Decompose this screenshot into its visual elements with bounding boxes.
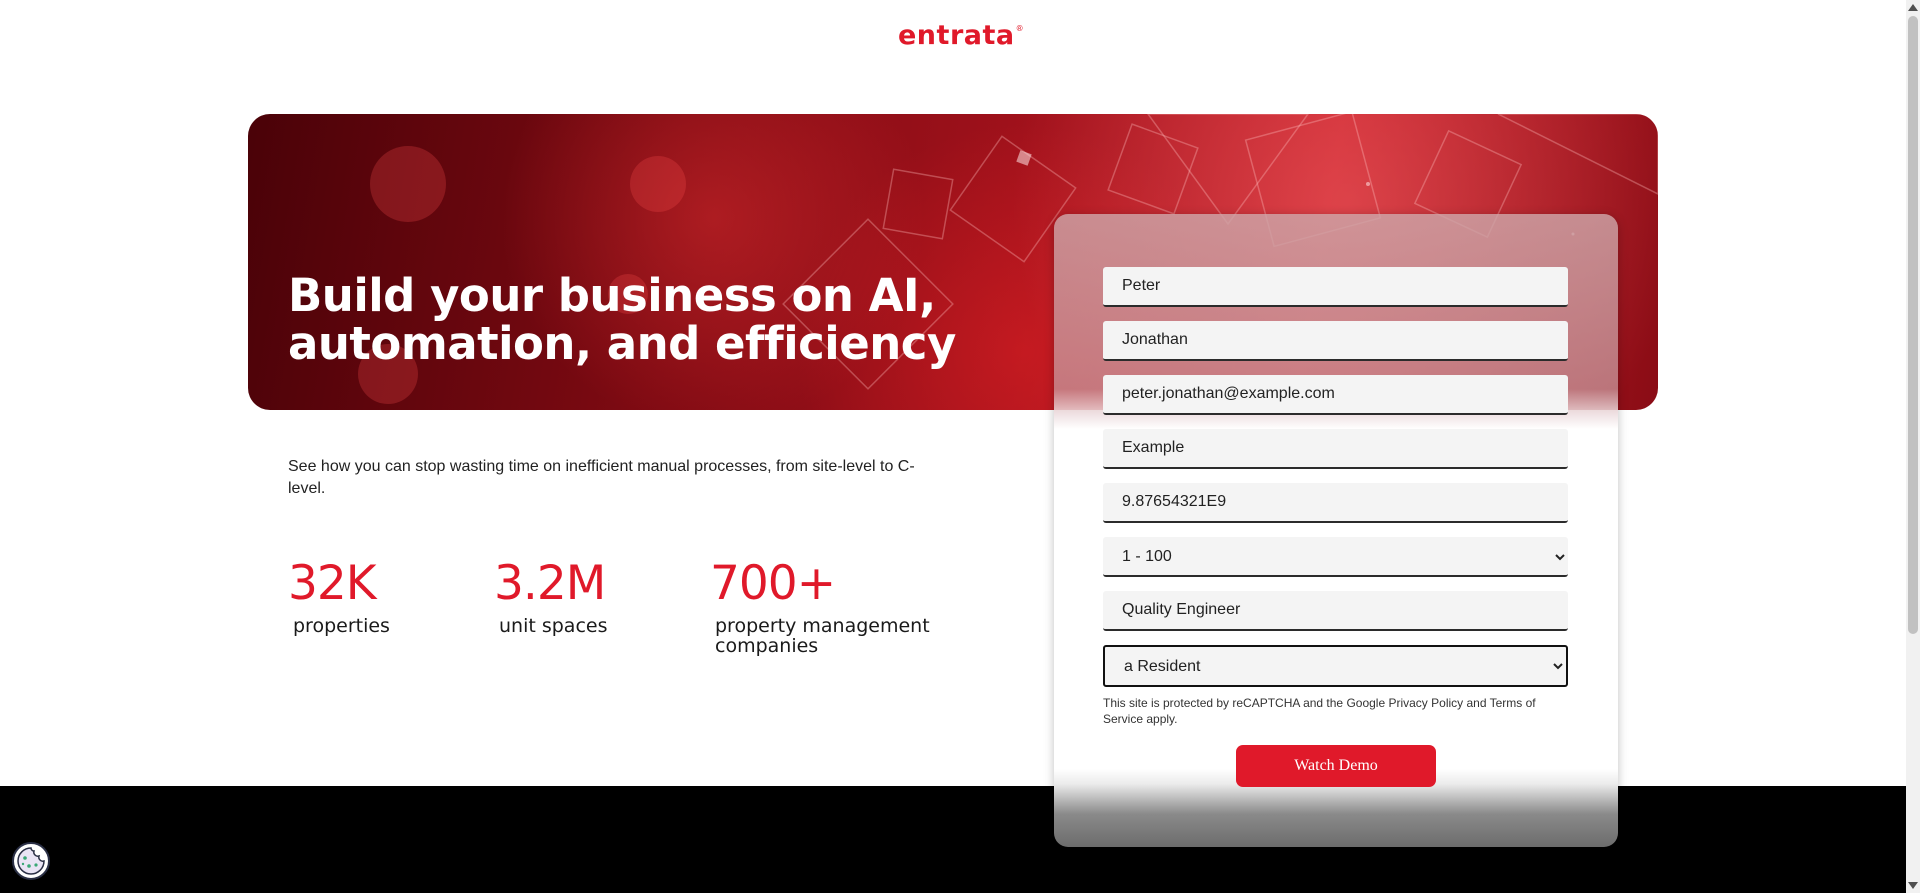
footer-band (0, 786, 1906, 893)
stat-unit-spaces: 3.2M unit spaces (494, 556, 608, 636)
entrata-logo[interactable]: entrata® (898, 20, 1024, 51)
scroll-thumb[interactable] (1908, 16, 1918, 634)
stat-value: 32K (288, 556, 377, 611)
stat-label: properties (293, 615, 390, 637)
intro-description: See how you can stop wasting time on ine… (288, 458, 915, 497)
cookie-icon (17, 847, 45, 875)
first-name-field[interactable] (1103, 267, 1568, 307)
scroll-down-arrow-icon[interactable] (1908, 882, 1918, 889)
unit-count-select[interactable]: 1 - 100 (1103, 537, 1568, 577)
stat-label: unit spaces (499, 615, 608, 637)
stat-label: property management companies (715, 615, 930, 657)
hero-title: Build your business on AI, automation, a… (288, 269, 956, 370)
company-field[interactable] (1103, 429, 1568, 469)
watch-demo-button[interactable]: Watch Demo (1236, 745, 1436, 787)
stat-value: 700+ (710, 556, 836, 611)
recaptcha-notice: This site is protected by reCAPTCHA and … (1103, 696, 1536, 726)
phone-field[interactable] (1103, 483, 1568, 523)
last-name-field[interactable] (1103, 321, 1568, 361)
stat-value: 3.2M (494, 556, 606, 611)
cookie-settings-button[interactable] (12, 842, 50, 880)
logo-registered-mark: ® (1015, 24, 1025, 33)
stat-companies: 700+ property management companies (710, 556, 950, 656)
stat-properties: 32K properties (288, 556, 390, 636)
demo-request-form: 1 - 100 a Resident This site is protecte… (1054, 214, 1618, 847)
role-select[interactable]: a Resident (1103, 645, 1568, 687)
page-scrollbar[interactable] (1906, 0, 1920, 893)
scroll-up-arrow-icon[interactable] (1908, 4, 1918, 11)
logo-text: entrata (898, 20, 1015, 51)
email-field[interactable] (1103, 375, 1568, 415)
job-title-field[interactable] (1103, 591, 1568, 631)
